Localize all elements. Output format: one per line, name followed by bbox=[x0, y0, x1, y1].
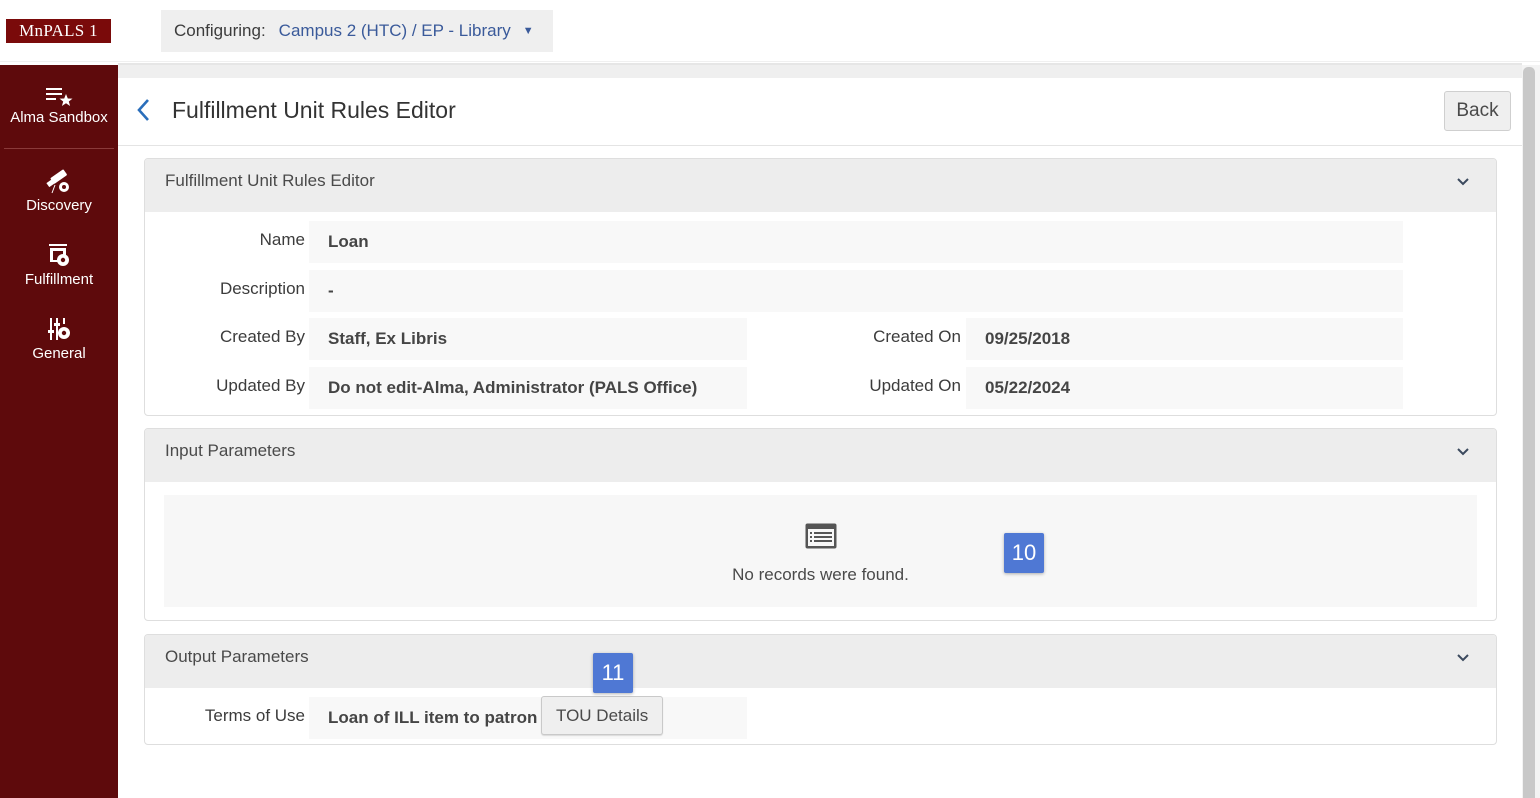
list-icon bbox=[805, 523, 837, 549]
logo[interactable]: MnPALS 1 bbox=[6, 19, 111, 43]
configuring-value[interactable]: Campus 2 (HTC) / EP - Library bbox=[279, 21, 511, 41]
output-parameters-header[interactable]: Output Parameters bbox=[145, 635, 1496, 688]
sidebar-item-label: General bbox=[32, 345, 86, 362]
terms-of-use-text: Loan of ILL item to patron bbox=[328, 708, 538, 727]
created-by-label: Created By bbox=[219, 327, 305, 346]
page-header: Fulfillment Unit Rules Editor Back bbox=[118, 78, 1522, 146]
sidebar-item-label: Fulfillment bbox=[24, 271, 94, 288]
description-value: - bbox=[309, 270, 1403, 312]
top-bar: MnPALS 1 Configuring: Campus 2 (HTC) / E… bbox=[0, 0, 1540, 62]
created-on-value: 09/25/2018 bbox=[966, 318, 1403, 360]
description-label: Description bbox=[219, 279, 305, 298]
chevron-down-icon[interactable] bbox=[1456, 445, 1470, 459]
details-panel-header[interactable]: Fulfillment Unit Rules Editor bbox=[145, 159, 1496, 212]
list-star-icon bbox=[46, 88, 73, 106]
tou-details-button[interactable]: TOU Details bbox=[541, 696, 664, 735]
updated-by-value: Do not edit-Alma, Administrator (PALS Of… bbox=[309, 367, 747, 409]
input-parameters-header[interactable]: Input Parameters bbox=[145, 429, 1496, 482]
empty-message: No records were found. bbox=[732, 565, 909, 584]
sidebar-item-label: Discovery bbox=[26, 197, 92, 214]
empty-state: No records were found. bbox=[164, 495, 1477, 607]
output-parameters-title: Output Parameters bbox=[165, 647, 309, 666]
sidebar-item-general[interactable]: General bbox=[0, 317, 118, 362]
scrollbar-thumb[interactable] bbox=[1523, 67, 1535, 798]
sidebar-item-discovery[interactable]: Discovery bbox=[0, 167, 118, 214]
terms-of-use-value: Loan of ILL item to patron bbox=[309, 697, 747, 739]
sidebar-divider bbox=[4, 148, 114, 149]
updated-on-label: Updated On bbox=[869, 376, 961, 395]
caret-down-icon[interactable]: ▼ bbox=[523, 25, 534, 37]
name-label: Name bbox=[259, 230, 305, 249]
updated-by-label: Updated By bbox=[216, 376, 305, 395]
details-panel: Fulfillment Unit Rules Editor Name Loan … bbox=[144, 158, 1497, 416]
sidebar: Alma Sandbox Discovery Fulfillment Gener… bbox=[0, 65, 118, 798]
updated-on-value: 05/22/2024 bbox=[966, 367, 1403, 409]
created-on-label: Created On bbox=[873, 327, 961, 346]
input-parameters-title: Input Parameters bbox=[165, 441, 296, 460]
sidebar-item-alma-sandbox[interactable]: Alma Sandbox bbox=[0, 85, 118, 126]
chevron-down-icon[interactable] bbox=[1456, 175, 1470, 189]
chevron-down-icon[interactable] bbox=[1456, 651, 1470, 665]
back-chevron-icon[interactable] bbox=[134, 96, 154, 124]
main-content: Fulfillment Unit Rules Editor Back Fulfi… bbox=[118, 78, 1522, 798]
marker-10: 10 bbox=[1004, 533, 1044, 573]
details-panel-title: Fulfillment Unit Rules Editor bbox=[165, 171, 375, 190]
fulfillment-gear-icon bbox=[49, 244, 69, 266]
back-button[interactable]: Back bbox=[1444, 91, 1511, 131]
sidebar-item-fulfillment[interactable]: Fulfillment bbox=[0, 243, 118, 288]
terms-of-use-label: Terms of Use bbox=[204, 706, 305, 725]
output-parameters-panel: Output Parameters Terms of Use Loan of I… bbox=[144, 634, 1497, 745]
telescope-gear-icon bbox=[46, 169, 69, 194]
input-parameters-panel: Input Parameters No records were found. bbox=[144, 428, 1497, 621]
created-by-value: Staff, Ex Libris bbox=[309, 318, 747, 360]
marker-11: 11 bbox=[593, 653, 633, 693]
header-strip bbox=[118, 63, 1522, 78]
name-value: Loan bbox=[309, 221, 1403, 263]
configuring-dropdown[interactable]: Configuring: Campus 2 (HTC) / EP - Libra… bbox=[161, 10, 553, 52]
sliders-gear-icon bbox=[48, 318, 70, 340]
sidebar-item-label: Alma Sandbox bbox=[10, 109, 108, 126]
page-title: Fulfillment Unit Rules Editor bbox=[172, 97, 456, 123]
configuring-label: Configuring: bbox=[174, 21, 266, 40]
